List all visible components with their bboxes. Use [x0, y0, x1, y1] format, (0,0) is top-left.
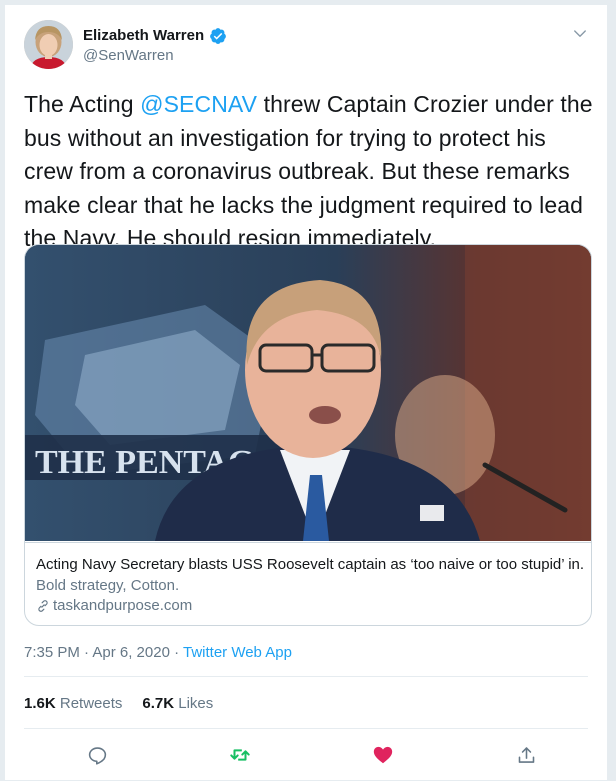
tweet-container: Elizabeth Warren @SenWarren The Acting @… [4, 4, 608, 781]
likes-count: 6.7K [142, 695, 175, 712]
card-title: Acting Navy Secretary blasts USS Rooseve… [36, 556, 584, 573]
profile-photo [24, 20, 73, 69]
link-icon [38, 599, 48, 612]
author-handle[interactable]: @SenWarren [83, 46, 227, 66]
press-briefing-photo: THE PENTAG [25, 245, 591, 541]
tweet-meta: 7:35 PM · Apr 6, 2020 · Twitter Web App [24, 643, 292, 663]
avatar[interactable] [24, 20, 73, 69]
reply-button[interactable] [82, 740, 112, 770]
link-card[interactable]: THE PENTAG Acting Navy Secretary blasts … [24, 244, 592, 626]
source-app-link[interactable]: Twitter Web App [183, 644, 292, 661]
share-icon [518, 746, 534, 763]
divider [24, 728, 588, 729]
card-description: Bold strategy, Cotton. [36, 577, 180, 594]
chevron-down-icon[interactable] [571, 25, 589, 43]
tweet-text-start: The Acting [24, 91, 141, 117]
card-domain: taskandpurpose.com [53, 597, 193, 614]
likes-stat[interactable]: 6.7K Likes [142, 694, 213, 714]
tweet-stats: 1.6K Retweets 6.7K Likes [24, 694, 213, 714]
retweets-label: Retweets [55, 695, 123, 712]
author-name[interactable]: Elizabeth Warren [83, 26, 204, 45]
tweet-header: Elizabeth Warren @SenWarren [24, 20, 591, 70]
divider [24, 676, 588, 677]
retweets-stat[interactable]: 1.6K Retweets [24, 694, 122, 714]
comment-icon [88, 746, 106, 765]
like-button[interactable] [368, 740, 398, 770]
action-bar [5, 740, 609, 770]
heart-icon [373, 746, 393, 764]
tweet-text: The Acting @SECNAV threw Captain Crozier… [24, 88, 594, 256]
card-image: THE PENTAG [25, 245, 591, 541]
retweets-count: 1.6K [24, 695, 56, 712]
retweet-button[interactable] [225, 740, 255, 770]
likes-label: Likes [174, 695, 214, 712]
author-names: Elizabeth Warren @SenWarren [83, 26, 227, 66]
verified-badge-icon [210, 27, 227, 44]
retweet-icon [230, 749, 250, 761]
mention-link[interactable]: @SECNAV [140, 91, 257, 117]
share-button[interactable] [511, 740, 541, 770]
timestamp[interactable]: 7:35 PM · Apr 6, 2020 · [24, 644, 183, 661]
card-domain-row: taskandpurpose.com [36, 596, 192, 615]
card-body: Acting Navy Secretary blasts USS Rooseve… [25, 542, 591, 625]
